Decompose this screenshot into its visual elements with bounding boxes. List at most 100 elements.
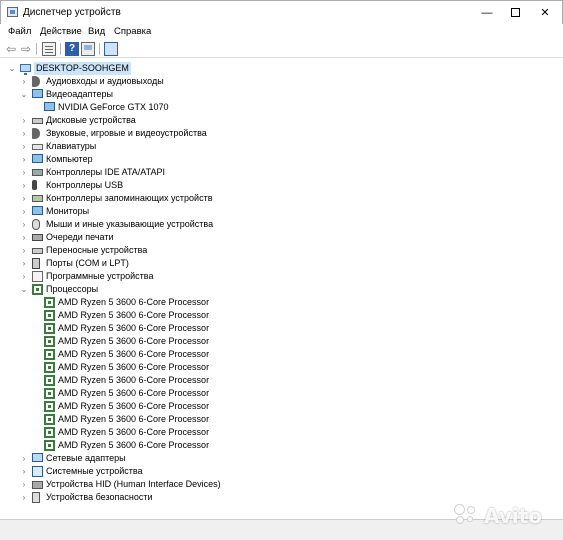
tree-item-label: Устройства безопасности	[46, 492, 153, 502]
menu-help[interactable]: Справка	[114, 26, 151, 37]
tree-category-item[interactable]: › Аудиовходы и аудиовыходы	[0, 75, 563, 88]
toolbar-separator	[36, 43, 37, 55]
usb-icon	[32, 180, 37, 190]
forward-button[interactable]: ⇨	[19, 42, 33, 56]
tree-item-label: AMD Ryzen 5 3600 6-Core Processor	[58, 336, 210, 346]
menu-file[interactable]: Файл	[8, 26, 31, 37]
tree-device-item[interactable]: AMD Ryzen 5 3600 6-Core Processor	[0, 374, 563, 387]
tree-item-label: AMD Ryzen 5 3600 6-Core Processor	[58, 440, 210, 450]
tree-item-label: Контроллеры запоминающих устройств	[46, 193, 213, 203]
processor-icon	[44, 323, 55, 334]
maximize-button[interactable]	[498, 3, 532, 23]
tree-item-label: Дисковые устройства	[46, 115, 136, 125]
expand-chevron-right-icon[interactable]: ›	[20, 231, 28, 244]
toolbar-separator	[60, 43, 61, 55]
tree-item-label: Контроллеры USB	[46, 180, 124, 190]
window-title: Диспетчер устройств	[23, 7, 121, 18]
tree-category-item[interactable]: › Компьютер	[0, 153, 563, 166]
expand-chevron-right-icon[interactable]: ›	[20, 166, 28, 179]
help-button[interactable]: ?	[65, 42, 79, 56]
network-adapter-icon	[32, 453, 43, 462]
tree-device-item[interactable]: AMD Ryzen 5 3600 6-Core Processor	[0, 361, 563, 374]
tree-item-label: AMD Ryzen 5 3600 6-Core Processor	[58, 297, 210, 307]
tree-item-label: Переносные устройства	[46, 245, 148, 255]
expand-chevron-right-icon[interactable]: ›	[20, 179, 28, 192]
tree-item-label: Системные устройства	[46, 466, 143, 476]
processor-icon	[44, 349, 55, 360]
expand-chevron-right-icon[interactable]: ›	[20, 452, 28, 465]
tree-device-item[interactable]: AMD Ryzen 5 3600 6-Core Processor	[0, 400, 563, 413]
expand-chevron-right-icon[interactable]: ›	[20, 153, 28, 166]
tree-device-item[interactable]: AMD Ryzen 5 3600 6-Core Processor	[0, 335, 563, 348]
tree-device-item[interactable]: AMD Ryzen 5 3600 6-Core Processor	[0, 322, 563, 335]
tree-category-item[interactable]: › Программные устройства	[0, 270, 563, 283]
tree-category-item[interactable]: › Звуковые, игровые и видеоустройства	[0, 127, 563, 140]
expand-chevron-down-icon[interactable]: ⌄	[8, 62, 16, 75]
display-adapter-icon	[32, 89, 43, 98]
menu-view[interactable]: Вид	[88, 26, 105, 37]
tree-device-item[interactable]: AMD Ryzen 5 3600 6-Core Processor	[0, 439, 563, 452]
expand-chevron-down-icon[interactable]: ⌄	[20, 283, 28, 296]
tree-category-item[interactable]: › Устройства безопасности	[0, 491, 563, 504]
expand-chevron-right-icon[interactable]: ›	[20, 478, 28, 491]
tree-category-item[interactable]: › Устройства HID (Human Interface Devices…	[0, 478, 563, 491]
tree-device-item[interactable]: AMD Ryzen 5 3600 6-Core Processor	[0, 296, 563, 309]
tree-item-label: Видеоадаптеры	[46, 89, 113, 99]
expand-chevron-right-icon[interactable]: ›	[20, 465, 28, 478]
title-bar: Диспетчер устройств — ✕	[0, 0, 563, 24]
tree-category-item[interactable]: › Мониторы	[0, 205, 563, 218]
tree-item-label: AMD Ryzen 5 3600 6-Core Processor	[58, 310, 210, 320]
device-manager-icon	[7, 7, 18, 17]
tree-device-item[interactable]: AMD Ryzen 5 3600 6-Core Processor	[0, 309, 563, 322]
sound-icon	[32, 128, 40, 139]
tree-category-item[interactable]: › Порты (COM и LPT)	[0, 257, 563, 270]
menu-action[interactable]: Действие	[40, 26, 82, 37]
tree-category-item[interactable]: › Клавиатуры	[0, 140, 563, 153]
tree-category-item[interactable]: › Контроллеры IDE ATA/ATAPI	[0, 166, 563, 179]
tree-device-item[interactable]: NVIDIA GeForce GTX 1070	[0, 101, 563, 114]
tree-item-label: AMD Ryzen 5 3600 6-Core Processor	[58, 362, 210, 372]
tree-category-item[interactable]: › Переносные устройства	[0, 244, 563, 257]
tree-item-label: AMD Ryzen 5 3600 6-Core Processor	[58, 375, 210, 385]
expand-chevron-right-icon[interactable]: ›	[20, 491, 28, 504]
tree-item-label: Аудиовходы и аудиовыходы	[46, 76, 164, 86]
close-button[interactable]: ✕	[528, 3, 562, 23]
tree-category-item[interactable]: › Очереди печати	[0, 231, 563, 244]
maximize-icon	[510, 7, 520, 17]
tree-category-item[interactable]: › Мыши и иные указывающие устройства	[0, 218, 563, 231]
tree-device-item[interactable]: AMD Ryzen 5 3600 6-Core Processor	[0, 348, 563, 361]
expand-chevron-right-icon[interactable]: ›	[20, 75, 28, 88]
processor-icon	[44, 362, 55, 373]
tree-category-item[interactable]: › Сетевые адаптеры	[0, 452, 563, 465]
tree-category-item[interactable]: ⌄ Видеоадаптеры	[0, 88, 563, 101]
tree-device-item[interactable]: AMD Ryzen 5 3600 6-Core Processor	[0, 387, 563, 400]
expand-chevron-right-icon[interactable]: ›	[20, 114, 28, 127]
tree-item-label: AMD Ryzen 5 3600 6-Core Processor	[58, 401, 210, 411]
expand-chevron-right-icon[interactable]: ›	[20, 192, 28, 205]
expand-chevron-right-icon[interactable]: ›	[20, 140, 28, 153]
expand-chevron-right-icon[interactable]: ›	[20, 127, 28, 140]
tree-item-label: AMD Ryzen 5 3600 6-Core Processor	[58, 323, 210, 333]
tree-item-label: Мониторы	[46, 206, 90, 216]
processor-icon	[44, 401, 55, 412]
expand-chevron-right-icon[interactable]: ›	[20, 270, 28, 283]
tree-device-item[interactable]: AMD Ryzen 5 3600 6-Core Processor	[0, 426, 563, 439]
scan-hardware-button[interactable]	[104, 42, 118, 56]
tree-category-item[interactable]: › Контроллеры USB	[0, 179, 563, 192]
tree-category-item[interactable]: › Системные устройства	[0, 465, 563, 478]
pc-icon	[20, 64, 31, 75]
properties-button[interactable]	[81, 42, 95, 56]
expand-chevron-right-icon[interactable]: ›	[20, 218, 28, 231]
show-hide-console-tree-button[interactable]	[42, 42, 56, 56]
back-button[interactable]: ⇦	[4, 42, 18, 56]
expand-chevron-right-icon[interactable]: ›	[20, 205, 28, 218]
expand-chevron-right-icon[interactable]: ›	[20, 244, 28, 257]
tree-category-item[interactable]: › Контроллеры запоминающих устройств	[0, 192, 563, 205]
expand-chevron-right-icon[interactable]: ›	[20, 257, 28, 270]
storage-controller-icon	[32, 195, 43, 202]
tree-category-item[interactable]: ⌄ Процессоры	[0, 283, 563, 296]
tree-device-item[interactable]: AMD Ryzen 5 3600 6-Core Processor	[0, 413, 563, 426]
expand-chevron-down-icon[interactable]: ⌄	[20, 88, 28, 101]
tree-category-item[interactable]: › Дисковые устройства	[0, 114, 563, 127]
tree-root-node[interactable]: ⌄ DESKTOP-SOOHGEM	[0, 62, 563, 75]
